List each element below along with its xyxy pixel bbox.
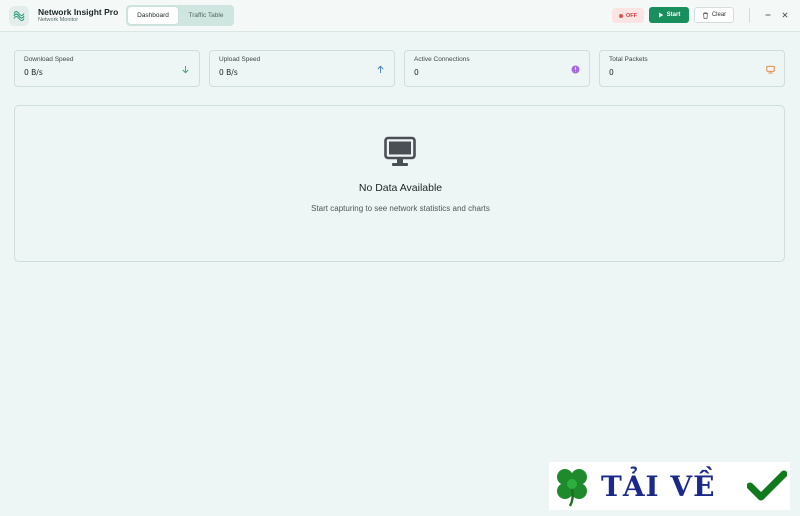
checkmark-icon: [747, 470, 787, 501]
watermark-banner: TẢI VỀ: [549, 462, 790, 510]
clear-button[interactable]: Clear: [694, 7, 734, 23]
arrow-down-icon: [180, 64, 190, 74]
empty-state-title: No Data Available: [358, 182, 443, 194]
trash-icon: [702, 11, 708, 19]
stat-label: Download Speed: [24, 56, 74, 63]
arrow-up-icon: [375, 64, 385, 74]
stat-value: 0 B/s: [24, 68, 43, 77]
status-dot-icon: [619, 13, 623, 18]
capture-status-badge: OFF: [612, 8, 644, 23]
stat-label: Total Packets: [609, 56, 648, 63]
app-title: Network Insight Pro: [38, 7, 119, 17]
stat-value: 0: [414, 68, 419, 77]
network-logo-icon: [9, 6, 29, 26]
app-subtitle: Network Monitor: [38, 17, 79, 23]
title-bar: Network Insight Pro Network Monitor Dash…: [0, 0, 800, 32]
status-label: OFF: [626, 12, 637, 19]
stat-value: 0 B/s: [219, 68, 238, 77]
packets-icon: [765, 64, 775, 74]
chart-panel: No Data Available Start capturing to see…: [14, 105, 785, 262]
watermark-text: TẢI VỀ: [601, 470, 716, 503]
stat-card-upload: Upload Speed 0 B/s: [209, 50, 395, 87]
tab-traffic-table[interactable]: Traffic Table: [180, 7, 232, 24]
empty-state-description: Start capturing to see network statistic…: [311, 204, 490, 213]
stat-card-packets: Total Packets 0: [599, 50, 785, 87]
stat-label: Active Connections: [414, 56, 470, 63]
view-tabs: Dashboard Traffic Table: [126, 5, 234, 26]
toolbar-divider: [749, 8, 750, 23]
stat-value: 0: [609, 68, 614, 77]
clover-icon: [557, 469, 587, 507]
play-icon: [658, 12, 663, 18]
start-label: Start: [666, 12, 681, 18]
stat-card-connections: Active Connections 0: [404, 50, 590, 87]
stat-label: Upload Speed: [219, 56, 261, 63]
connections-icon: [570, 64, 580, 74]
monitor-icon: [384, 136, 416, 166]
close-icon[interactable]: [779, 9, 791, 21]
start-button[interactable]: Start: [649, 7, 689, 23]
clear-label: Clear: [711, 12, 727, 18]
tab-dashboard[interactable]: Dashboard: [128, 7, 178, 24]
stat-card-download: Download Speed 0 B/s: [14, 50, 200, 87]
minimize-icon[interactable]: [762, 9, 774, 21]
